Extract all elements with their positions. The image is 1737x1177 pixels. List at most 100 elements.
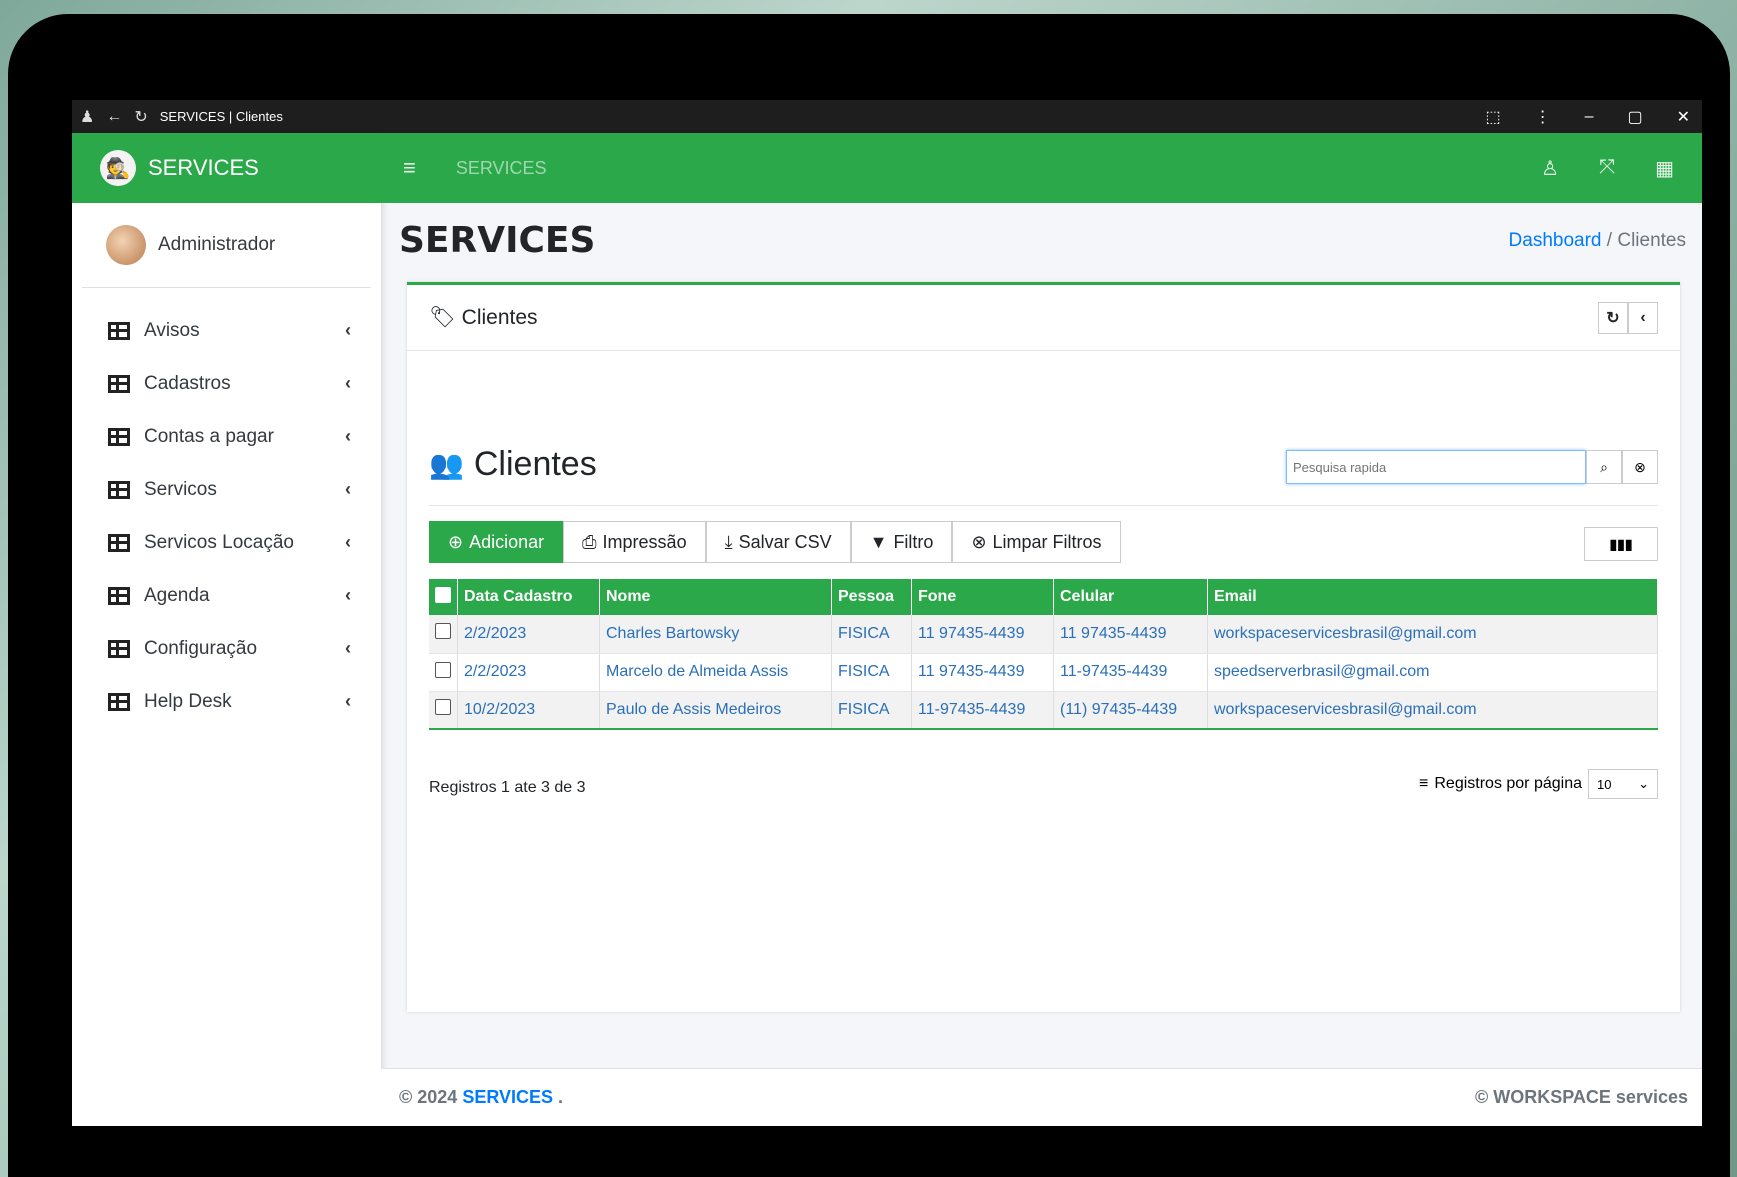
device-frame: ♟ ← ↻ SERVICES | Clientes ⬚ ⋮ – ▢ ✕ 🕵 SE… [8, 14, 1730, 1177]
back-arrow-icon[interactable]: ← [106, 108, 122, 126]
per-page-control: ≡ Registros por página 10 ⌄ [1419, 769, 1658, 799]
navbar-title[interactable]: SERVICES [456, 158, 547, 179]
page-title: SERVICES [399, 220, 596, 261]
sidebar-item-help-desk[interactable]: Help Desk ‹ [72, 675, 381, 728]
columns-toggle-button[interactable]: ▮▮▮ [1584, 527, 1658, 561]
close-icon[interactable]: ✕ [1677, 107, 1690, 127]
table-cell[interactable]: speedserverbrasil@gmail.com [1207, 653, 1658, 692]
print-button[interactable]: ⎙ Impressão [563, 521, 706, 563]
print-button-label: Impressão [602, 531, 687, 552]
table-cell[interactable]: Charles Bartowsky [599, 615, 832, 654]
column-header[interactable]: Email [1207, 579, 1658, 615]
column-header[interactable]: Celular [1053, 579, 1208, 615]
column-header[interactable]: Nome [599, 579, 832, 615]
more-menu-icon[interactable]: ⋮ [1535, 107, 1551, 127]
brand-link[interactable]: 🕵 SERVICES [72, 133, 381, 203]
sidebar-menu: Avisos ‹ Cadastros ‹ Contas a pagar ‹ Servi… [72, 288, 381, 728]
row-checkbox[interactable] [435, 661, 451, 678]
table-icon [108, 427, 130, 446]
table-icon [108, 586, 130, 605]
refresh-button[interactable]: ↻ [1598, 301, 1628, 334]
sidebar-item-agenda[interactable]: Agenda ‹ [72, 569, 381, 622]
sidebar-item-cadastros[interactable]: Cadastros ‹ [72, 357, 381, 410]
table-cell[interactable]: Paulo de Assis Medeiros [599, 691, 832, 730]
clients-table: Data Cadastro Nome Pessoa Fone Celular E… [429, 579, 1658, 730]
per-page-value: 10 [1597, 776, 1612, 792]
select-all-checkbox[interactable] [435, 586, 451, 603]
add-button[interactable]: ⊕ Adicionar [429, 521, 564, 563]
table-title-text: Clientes [473, 445, 597, 483]
sidebar-item-servicos[interactable]: Servicos ‹ [72, 463, 381, 516]
search-button[interactable]: ⌕ [1586, 450, 1622, 484]
user-icon[interactable]: ♙ [1541, 156, 1559, 181]
user-name: Administrador [158, 234, 276, 255]
per-page-label: Registros por página [1434, 775, 1582, 792]
breadcrumb-dashboard[interactable]: Dashboard [1509, 230, 1602, 251]
table-row[interactable]: 10/2/2023 Paulo de Assis Medeiros FISICA… [429, 691, 1658, 730]
row-checkbox[interactable] [435, 699, 451, 716]
user-panel[interactable]: Administrador [82, 203, 371, 288]
chevron-down-icon: ⌄ [1638, 776, 1649, 791]
save-csv-label: Salvar CSV [738, 531, 832, 552]
column-header[interactable]: Pessoa [831, 579, 912, 615]
search-input[interactable] [1286, 450, 1586, 484]
app-icon: ♟ [80, 108, 95, 126]
fullscreen-icon[interactable]: ⤧ [1599, 156, 1615, 181]
footer-right-text: © WORKSPACE services [1474, 1087, 1688, 1107]
download-icon: ⤓ [724, 531, 733, 552]
chevron-left-icon: ‹ [345, 532, 351, 552]
row-checkbox-cell [429, 653, 458, 692]
table-cell[interactable]: workspaceservicesbrasil@gmail.com [1207, 691, 1658, 730]
chevron-left-icon: ‹ [345, 426, 351, 446]
table-cell[interactable]: 11 97435-4439 [1053, 615, 1208, 654]
table-cell[interactable]: 11-97435-4439 [1053, 653, 1208, 692]
filter-button[interactable]: ▼ Filtro [850, 521, 953, 563]
table-cell[interactable]: Marcelo de Almeida Assis [599, 653, 832, 692]
column-header[interactable]: Fone [911, 579, 1054, 615]
sidebar-item-servicos-locacao[interactable]: Servicos Locação ‹ [72, 516, 381, 569]
extensions-icon[interactable]: ⬚ [1485, 107, 1500, 127]
row-checkbox[interactable] [435, 623, 451, 640]
footer-copyright: © 2024 [399, 1087, 458, 1107]
tag-icon: 🏷 [429, 305, 456, 329]
table-cell[interactable]: FISICA [831, 615, 912, 654]
table-row[interactable]: 2/2/2023 Charles Bartowsky FISICA 11 974… [429, 615, 1658, 654]
add-button-label: Adicionar [469, 531, 545, 552]
collapse-button[interactable]: ‹ [1628, 301, 1658, 334]
table-cell[interactable]: 11 97435-4439 [911, 653, 1054, 692]
grid-icon[interactable]: ▦ [1655, 156, 1674, 181]
table-cell[interactable]: 11-97435-4439 [911, 691, 1054, 730]
footer-brand-link[interactable]: SERVICES [462, 1087, 553, 1108]
table-cell[interactable]: 11 97435-4439 [911, 615, 1054, 654]
chevron-left-icon: ‹ [345, 320, 351, 340]
maximize-icon[interactable]: ▢ [1627, 107, 1642, 127]
table-cell[interactable]: workspaceservicesbrasil@gmail.com [1207, 615, 1658, 654]
table-cell[interactable]: 2/2/2023 [457, 653, 600, 692]
sidebar-item-contas[interactable]: Contas a pagar ‹ [72, 410, 381, 463]
save-csv-button[interactable]: ⤓ Salvar CSV [705, 521, 851, 563]
clear-search-button[interactable]: ⊗ [1622, 450, 1658, 484]
column-header[interactable]: Data Cadastro [457, 579, 600, 615]
minimize-icon[interactable]: – [1585, 108, 1594, 126]
per-page-select[interactable]: 10 ⌄ [1588, 769, 1658, 799]
reload-icon[interactable]: ↻ [134, 107, 147, 127]
table-row[interactable]: 2/2/2023 Marcelo de Almeida Assis FISICA… [429, 653, 1658, 692]
clear-filters-button[interactable]: ⊗ Limpar Filtros [952, 521, 1121, 563]
sidebar-item-label: Avisos [144, 319, 200, 341]
table-cell[interactable]: 2/2/2023 [457, 615, 600, 654]
select-all-cell [429, 579, 458, 615]
app-screen: ♟ ← ↻ SERVICES | Clientes ⬚ ⋮ – ▢ ✕ 🕵 SE… [72, 100, 1702, 1126]
row-checkbox-cell [429, 691, 458, 730]
sidebar-item-configuracao[interactable]: Configuração ‹ [72, 622, 381, 675]
table-cell[interactable]: FISICA [831, 691, 912, 730]
table-cell[interactable]: 10/2/2023 [457, 691, 600, 730]
table-cell[interactable]: FISICA [831, 653, 912, 692]
print-icon: ⎙ [582, 531, 597, 552]
table-cell[interactable]: (11) 97435-4439 [1053, 691, 1208, 730]
hamburger-menu-icon[interactable]: ≡ [403, 155, 416, 181]
table-toolbar: ⊕ Adicionar ⎙ Impressão ⤓ Salvar CSV ▼ Filtr… [429, 521, 1121, 563]
records-info: Registros 1 ate 3 de 3 [429, 779, 586, 796]
users-icon: 👥 [429, 449, 464, 480]
sidebar-item-avisos[interactable]: Avisos ‹ [72, 304, 381, 357]
table-icon [108, 692, 130, 711]
